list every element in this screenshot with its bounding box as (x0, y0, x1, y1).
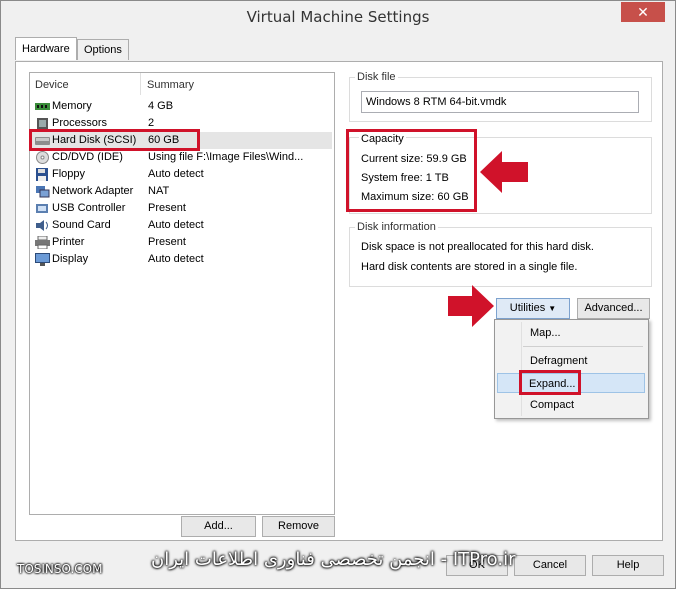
device-name: Display (52, 253, 89, 265)
chevron-down-icon: ▼ (548, 304, 557, 313)
column-separator[interactable] (140, 73, 141, 95)
device-row-cd-dvd[interactable]: CD/DVD (IDE) Using file F:\Image Files\W… (32, 149, 332, 166)
device-name: Memory (52, 100, 92, 112)
device-summary: 4 GB (148, 100, 174, 112)
device-summary: Present (148, 236, 186, 248)
cancel-button[interactable]: Cancel (514, 555, 586, 576)
floppy-icon (36, 168, 48, 181)
disk-file-group: Disk file Windows 8 RTM 64-bit.vmdk (349, 71, 652, 122)
device-name: USB Controller (52, 202, 126, 214)
close-button[interactable]: ✕ (621, 2, 665, 22)
capacity-highlight (346, 129, 477, 212)
utilities-button[interactable]: Utilities ▼ (496, 298, 570, 319)
menu-item-defragment[interactable]: Defragment (497, 351, 645, 371)
device-summary: Auto detect (148, 168, 204, 180)
utilities-menu: Map... Defragment Expand... Compact (494, 319, 649, 419)
menu-item-label: Map... (530, 327, 561, 339)
watermark-right: ITPro.ir - انجمن تخصصی فناوری اطلاعات ای… (151, 549, 516, 570)
device-row-floppy[interactable]: Floppy Auto detect (32, 166, 332, 183)
device-summary: Using file F:\Image Files\Wind... (148, 151, 304, 163)
memory-icon (35, 103, 50, 110)
capacity-pointer-arrow-icon (480, 151, 528, 193)
display-icon (35, 253, 50, 266)
hard-disk-highlight (29, 129, 200, 151)
device-name: CD/DVD (IDE) (52, 151, 123, 163)
device-summary: NAT (148, 185, 170, 197)
usb-icon (36, 204, 48, 213)
disk-info-label: Disk information (355, 221, 438, 233)
device-name: Floppy (52, 168, 86, 180)
network-adapter-icon (36, 186, 50, 198)
device-row-sound-card[interactable]: Sound Card Auto detect (32, 217, 332, 234)
menu-item-label: Compact (530, 399, 575, 411)
menu-item-label: Defragment (530, 355, 588, 367)
menu-item-map[interactable]: Map... (497, 323, 645, 343)
device-row-memory[interactable]: Memory 4 GB (32, 98, 332, 115)
advanced-button[interactable]: Advanced... (577, 298, 650, 319)
menu-separator (523, 346, 643, 347)
disk-info-line2: Hard disk contents are stored in a singl… (361, 261, 578, 273)
column-device[interactable]: Device (35, 79, 69, 91)
disk-info-group: Disk information Disk space is not preal… (349, 221, 652, 287)
utilities-label: Utilities (509, 302, 546, 314)
printer-icon (35, 236, 50, 249)
remove-button[interactable]: Remove (262, 516, 335, 537)
title-bar: Virtual Machine Settings ✕ (1, 1, 675, 32)
add-button[interactable]: Add... (181, 516, 256, 537)
disk-file-label: Disk file (355, 71, 398, 83)
device-name: Sound Card (52, 219, 111, 231)
device-name: Network Adapter (52, 185, 134, 197)
tab-options[interactable]: Options (77, 39, 129, 60)
device-row-network-adapter[interactable]: Network Adapter NAT (32, 183, 332, 200)
device-summary: Auto detect (148, 253, 204, 265)
device-summary: Auto detect (148, 219, 204, 231)
tab-hardware[interactable]: Hardware (15, 37, 77, 60)
watermark-left: TOSINSO.COM (17, 562, 103, 576)
device-row-usb-controller[interactable]: USB Controller Present (32, 200, 332, 217)
device-row-printer[interactable]: Printer Present (32, 234, 332, 251)
help-button[interactable]: Help (592, 555, 664, 576)
sound-card-icon (36, 220, 48, 231)
device-row-display[interactable]: Display Auto detect (32, 251, 332, 268)
hardware-panel: Device Summary Memory 4 GB Processors 2 … (15, 61, 663, 541)
list-header: Device Summary (30, 73, 334, 97)
cd-dvd-icon (36, 151, 49, 164)
device-name: Printer (52, 236, 85, 248)
disk-info-line1: Disk space is not preallocated for this … (361, 241, 594, 253)
disk-file-field[interactable]: Windows 8 RTM 64-bit.vmdk (361, 91, 639, 113)
settings-window: Virtual Machine Settings ✕ Hardware Opti… (0, 0, 676, 589)
utilities-pointer-arrow-icon (448, 285, 494, 327)
expand-highlight (519, 370, 581, 395)
menu-item-compact[interactable]: Compact (497, 395, 645, 415)
column-summary[interactable]: Summary (147, 79, 194, 91)
window-title: Virtual Machine Settings (246, 8, 430, 26)
device-summary: Present (148, 202, 186, 214)
